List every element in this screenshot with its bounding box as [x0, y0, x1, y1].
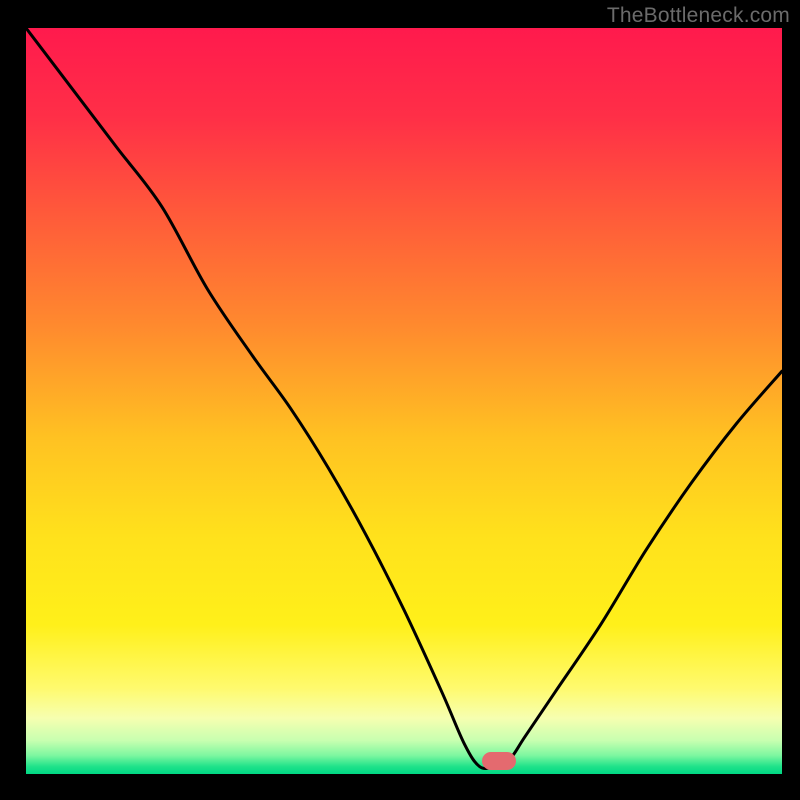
watermark-text: TheBottleneck.com [607, 4, 790, 28]
chart-stage: TheBottleneck.com [0, 0, 800, 800]
plot-area [26, 28, 782, 774]
bottleneck-curve [26, 28, 782, 774]
optimum-marker [482, 752, 516, 770]
